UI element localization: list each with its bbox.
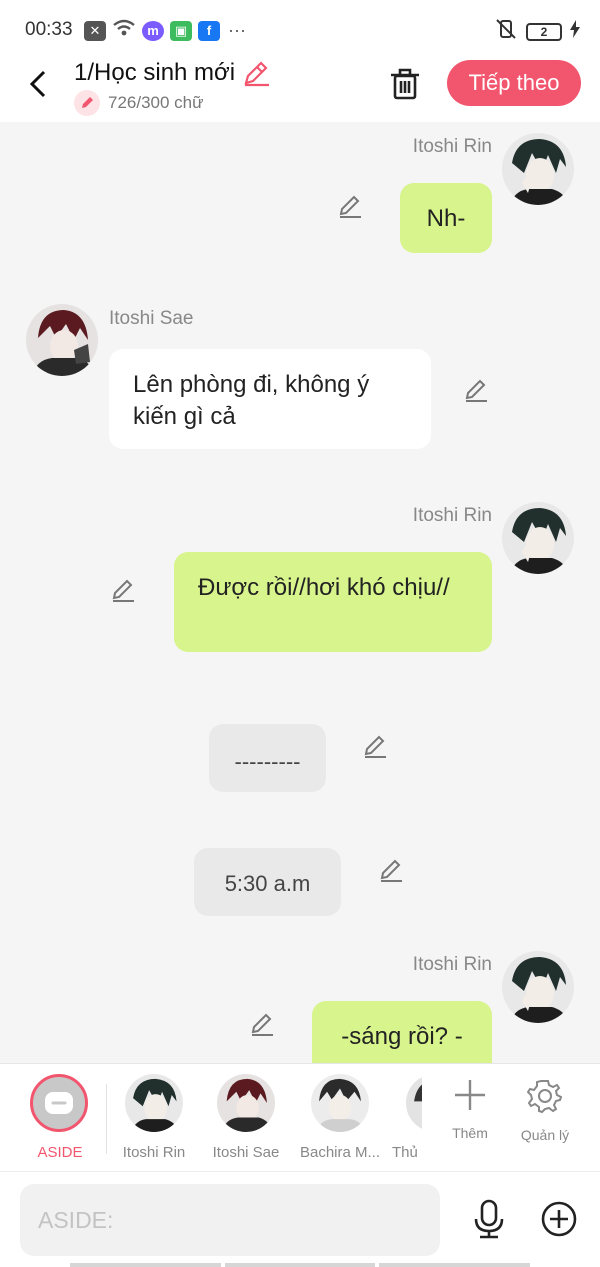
speaker-name: Itoshi Rin xyxy=(412,136,492,157)
add-circle-icon xyxy=(541,1201,577,1237)
character-thu[interactable]: Thủ xyxy=(392,1074,422,1161)
input-bar xyxy=(0,1171,600,1267)
aside-bubble[interactable]: --------- xyxy=(209,724,326,792)
character-name: Itoshi Sae xyxy=(212,1144,280,1161)
system-icons: 2 xyxy=(494,18,580,45)
character-name: Itoshi Rin xyxy=(122,1144,186,1161)
notification-icons: ✕ m ▣ f ··· xyxy=(84,18,246,43)
avatar-itoshi-rin[interactable] xyxy=(502,133,574,205)
chat-bubble-icon xyxy=(45,1092,73,1114)
delete-button[interactable] xyxy=(387,64,423,104)
edit-message-icon[interactable] xyxy=(248,1011,276,1039)
voice-input-button[interactable] xyxy=(468,1196,510,1242)
message-input[interactable] xyxy=(20,1184,440,1256)
add-character-button[interactable]: Thêm xyxy=(438,1078,502,1141)
character-itoshi-sae[interactable]: Itoshi Sae xyxy=(200,1074,292,1161)
avatar-itoshi-sae[interactable] xyxy=(26,304,98,376)
wifi-icon xyxy=(112,18,136,43)
chevron-left-icon xyxy=(29,70,46,98)
character-itoshi-rin[interactable]: Itoshi Rin xyxy=(108,1074,200,1161)
status-time: 00:33 xyxy=(25,19,73,40)
microphone-icon xyxy=(474,1199,504,1239)
edit-message-icon[interactable] xyxy=(377,857,405,885)
back-button[interactable] xyxy=(18,64,58,104)
trash-icon xyxy=(391,68,419,100)
plus-icon xyxy=(455,1080,485,1110)
add-label: Thêm xyxy=(452,1125,488,1141)
word-count: 726/300 chữ xyxy=(74,90,204,116)
avatar-itoshi-rin[interactable] xyxy=(502,502,574,574)
gear-icon xyxy=(526,1080,563,1114)
close-notification-icon: ✕ xyxy=(84,20,106,41)
battery-icon: 2 xyxy=(526,22,562,41)
divider xyxy=(106,1084,107,1154)
store-icon: ▣ xyxy=(170,20,192,41)
message-bubble[interactable]: Được rồi//hơi khó chịu// xyxy=(174,552,492,652)
edit-message-icon[interactable] xyxy=(336,193,364,221)
message-bubble[interactable]: Lên phòng đi, không ý kiến gì cả xyxy=(109,349,431,449)
chapter-title[interactable]: 1/Học sinh mới xyxy=(74,58,271,88)
edit-title-icon[interactable] xyxy=(241,58,271,88)
messenger-icon: m xyxy=(142,20,164,41)
status-bar: 00:33 ✕ m ▣ f ··· 2 xyxy=(0,0,600,58)
chapter-title-text: 1/Học sinh mới xyxy=(74,59,236,86)
more-options-button[interactable] xyxy=(538,1198,580,1240)
aside-label: ASIDE xyxy=(37,1144,83,1161)
more-notifications-icon: ··· xyxy=(228,20,246,40)
character-bar: ASIDE Itoshi Rin Itoshi Sae Bachira M...… xyxy=(0,1063,600,1171)
next-button[interactable]: Tiếp theo xyxy=(447,60,581,106)
header: 1/Học sinh mới 726/300 chữ Tiếp theo xyxy=(0,58,600,122)
edit-message-icon[interactable] xyxy=(462,377,490,405)
avatar xyxy=(406,1074,422,1132)
speaker-name: Itoshi Rin xyxy=(412,505,492,526)
facebook-icon: f xyxy=(198,20,220,41)
vibrate-off-icon xyxy=(494,18,518,45)
keyboard-handle xyxy=(70,1263,531,1267)
word-count-text: 726/300 chữ xyxy=(108,93,204,112)
message-bubble[interactable]: -sáng rồi? - xyxy=(312,1001,492,1063)
manage-characters-button[interactable]: Quản lý xyxy=(513,1078,577,1143)
message-bubble[interactable]: Nh- xyxy=(400,183,492,253)
speaker-name: Itoshi Sae xyxy=(109,308,194,329)
chat-area[interactable]: Itoshi Rin Nh- Itoshi Sae Lên phòng đi, … xyxy=(0,122,600,1063)
avatar xyxy=(125,1074,183,1132)
aside-bubble[interactable]: 5:30 a.m xyxy=(194,848,341,916)
speaker-name: Itoshi Rin xyxy=(412,954,492,975)
character-name: Bachira M... xyxy=(299,1144,381,1161)
avatar xyxy=(311,1074,369,1132)
character-bachira[interactable]: Bachira M... xyxy=(294,1074,386,1161)
charging-icon xyxy=(570,20,580,43)
avatar-itoshi-rin[interactable] xyxy=(502,951,574,1023)
manage-label: Quản lý xyxy=(520,1127,570,1143)
aside-selector[interactable]: ASIDE xyxy=(30,1074,90,1161)
edit-message-icon[interactable] xyxy=(109,577,137,605)
character-name: Thủ xyxy=(392,1144,418,1161)
avatar xyxy=(217,1074,275,1132)
pencil-icon xyxy=(74,90,100,116)
edit-message-icon[interactable] xyxy=(361,733,389,761)
aside-avatar xyxy=(30,1074,88,1132)
